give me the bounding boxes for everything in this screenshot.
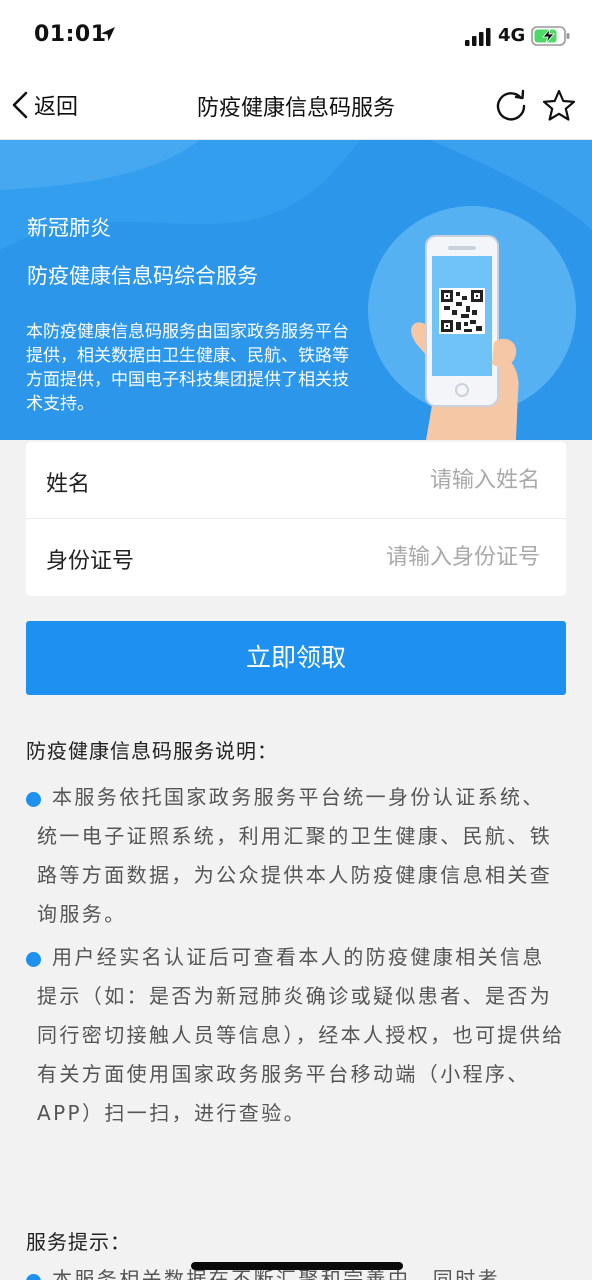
list-item: 本服务依托国家政务服务平台统一身份认证系统、统一电子证照系统，利用汇聚的卫生健康… — [26, 778, 566, 934]
bullet-dot-icon — [26, 952, 41, 967]
banner-subtitle: 新冠肺炎 — [27, 216, 111, 240]
list-item: 用户经实名认证后可查看本人的防疫健康相关信息提示（如：是否为新冠肺炎确诊或疑似患… — [26, 938, 566, 1133]
nav-bar: 返回 防疫健康信息码服务 — [0, 70, 592, 140]
form-card: 姓名 身份证号 — [26, 442, 566, 596]
name-input[interactable] — [240, 460, 540, 500]
claim-now-button[interactable]: 立即领取 — [26, 621, 566, 695]
id-number-input[interactable] — [240, 537, 540, 577]
name-row: 姓名 — [26, 442, 566, 519]
banner: 新冠肺炎 防疫健康信息码综合服务 本防疫健康信息码服务由国家政务服务平台提供，相… — [0, 140, 592, 440]
star-icon[interactable] — [541, 88, 577, 124]
refresh-icon[interactable] — [494, 88, 528, 122]
id-row: 身份证号 — [26, 519, 566, 596]
name-label: 姓名 — [46, 472, 91, 497]
list-item-text: 用户经实名认证后可查看本人的防疫健康相关信息提示（如：是否为新冠肺炎确诊或疑似患… — [37, 945, 565, 1125]
home-indicator[interactable] — [191, 1262, 403, 1270]
bullet-dot-icon — [26, 792, 41, 807]
signal-icon — [465, 28, 491, 46]
phone-qr-illustration — [368, 206, 576, 440]
description-heading: 防疫健康信息码服务说明： — [26, 739, 278, 763]
list-item-text: 本服务依托国家政务服务平台统一身份认证系统、统一电子证照系统，利用汇聚的卫生健康… — [37, 785, 553, 926]
battery-charging-icon — [531, 26, 570, 46]
tips-heading: 服务提示： — [26, 1230, 131, 1254]
id-number-label: 身份证号 — [46, 549, 135, 574]
status-bar: 01:01 4G — [0, 0, 592, 70]
banner-title: 防疫健康信息码综合服务 — [27, 264, 258, 288]
network-type: 4G — [498, 25, 526, 46]
banner-description: 本防疫健康信息码服务由国家政务服务平台提供，相关数据由卫生健康、民航、铁路等方面… — [26, 322, 349, 414]
status-time: 01:01 — [34, 22, 107, 47]
location-arrow-icon — [101, 27, 115, 41]
